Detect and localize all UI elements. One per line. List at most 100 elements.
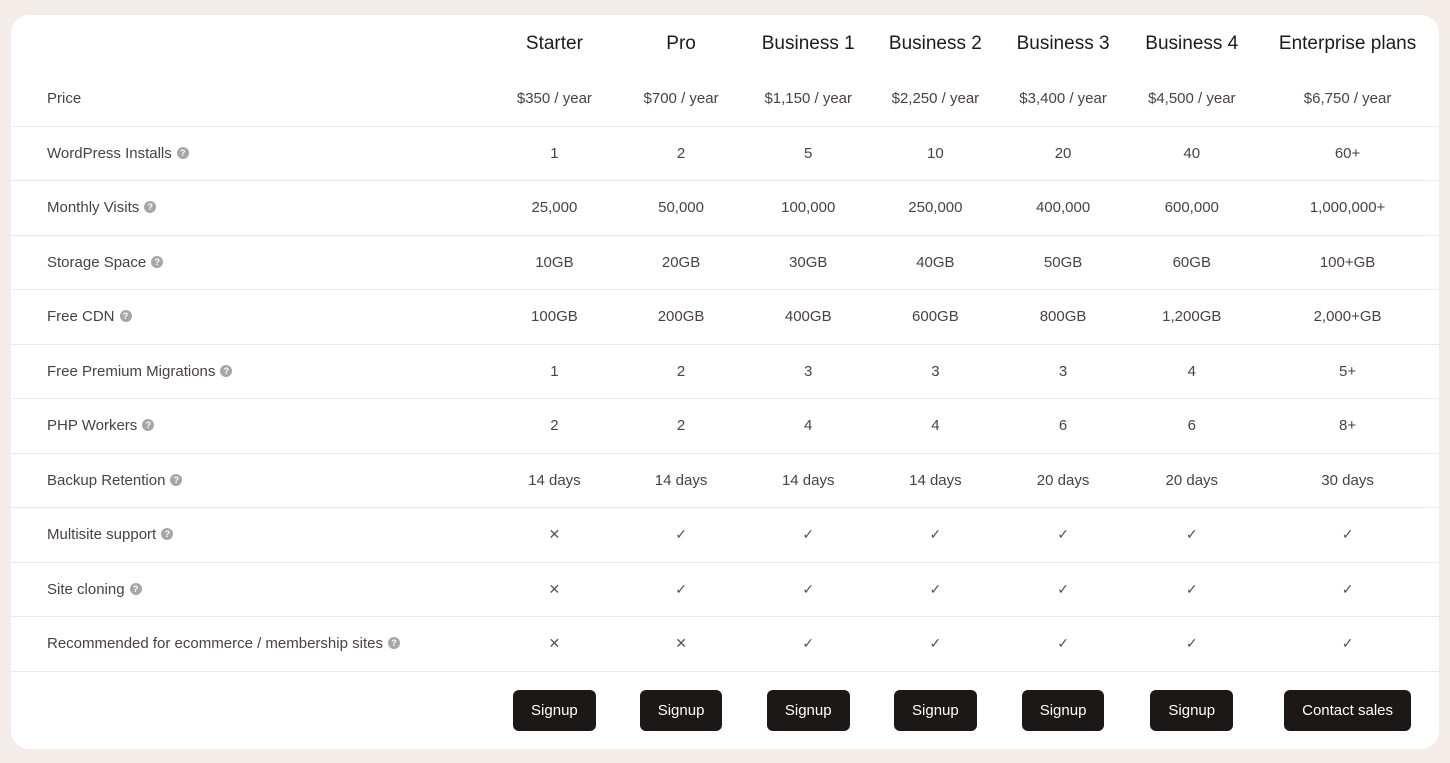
feature-value: 10	[872, 125, 999, 181]
signup-button[interactable]: Signup	[766, 689, 850, 731]
included-cell: ✓	[617, 561, 745, 617]
action-cell: Signup	[872, 670, 999, 749]
feature-value: 4	[872, 398, 999, 453]
feature-value: 6	[1127, 398, 1257, 453]
feature-label: Site cloning	[47, 580, 125, 598]
plan-name: Business 4	[1145, 32, 1239, 54]
feature-value: 5	[744, 125, 873, 181]
signup-button[interactable]: Signup	[894, 689, 977, 731]
plan-name: Business 3	[1016, 32, 1110, 54]
included-cell: ✓	[872, 561, 999, 617]
feature-label: Monthly Visits	[47, 199, 140, 217]
plan-price: $350 / year	[516, 90, 592, 108]
feature-value: 40GB	[872, 234, 999, 290]
check-icon: ✓	[675, 580, 687, 597]
header-empty-cell	[11, 15, 491, 72]
included-cell: ✓	[1256, 561, 1439, 617]
check-icon: ✓	[929, 635, 942, 652]
plan-price: $4,500 / year	[1147, 90, 1236, 108]
signup-button[interactable]: Signup	[1021, 689, 1105, 731]
feature-value: 1,000,000+	[1256, 180, 1439, 235]
feature-label-cell: Backup Retention?	[11, 452, 492, 508]
feature-value: 800GB	[998, 289, 1128, 344]
contact-sales-button[interactable]: Contact sales	[1284, 689, 1411, 731]
feature-row: WordPress Installs? 1 2 5 10 20 40 60+	[11, 125, 1439, 181]
feature-value: 30 days	[1256, 452, 1439, 508]
feature-value: 200GB	[617, 289, 745, 344]
feature-value: 25,000	[491, 180, 618, 235]
feature-value: 2	[491, 398, 618, 453]
feature-value: 2	[617, 125, 745, 181]
feature-value: 600GB	[872, 289, 999, 344]
feature-label: Free CDN	[47, 308, 115, 326]
plan-name: Business 2	[888, 32, 982, 54]
check-icon: ✓	[1185, 580, 1198, 597]
included-cell: ✓	[998, 507, 1128, 562]
signup-button[interactable]: Signup	[513, 689, 596, 731]
feature-value: 14 days	[617, 452, 745, 508]
feature-row: Multisite support? ✕ ✓ ✓ ✓ ✓ ✓ ✓	[11, 507, 1439, 562]
feature-value: 100GB	[491, 289, 618, 344]
included-cell: ✓	[1127, 507, 1257, 562]
feature-value: 2	[617, 343, 745, 399]
row-label: Price	[47, 90, 82, 108]
feature-label-cell: WordPress Installs?	[11, 125, 492, 181]
included-cell: ✓	[1256, 507, 1439, 562]
feature-value: 1	[491, 343, 618, 399]
check-icon: ✓	[1057, 635, 1069, 652]
signup-button[interactable]: Signup	[639, 689, 723, 731]
check-icon: ✓	[802, 635, 815, 652]
help-icon[interactable]: ?	[220, 364, 233, 377]
cross-icon: ✕	[675, 635, 687, 652]
help-icon[interactable]: ?	[387, 637, 400, 650]
check-icon: ✓	[675, 526, 687, 543]
feature-value: 50,000	[617, 180, 745, 235]
feature-row: Site cloning? ✕ ✓ ✓ ✓ ✓ ✓ ✓	[11, 561, 1439, 617]
help-icon[interactable]: ?	[119, 310, 132, 323]
included-cell: ✓	[1127, 616, 1257, 671]
help-icon[interactable]: ?	[129, 582, 142, 595]
plan-name: Enterprise plans	[1278, 32, 1417, 54]
feature-value: 250,000	[872, 180, 999, 235]
feature-label: WordPress Installs	[47, 144, 172, 162]
signup-button[interactable]: Signup	[1150, 689, 1234, 731]
feature-value: 6	[998, 398, 1128, 453]
included-cell: ✓	[1127, 561, 1257, 617]
included-cell: ✓	[744, 616, 873, 671]
feature-value: 3	[744, 343, 873, 399]
help-icon[interactable]: ?	[161, 528, 174, 541]
feature-label-cell: Storage Space?	[11, 234, 492, 290]
feature-value: 14 days	[744, 452, 873, 508]
feature-value: 60+	[1256, 125, 1439, 181]
check-icon: ✓	[802, 580, 815, 597]
check-icon: ✓	[1057, 580, 1069, 597]
not-included-cell: ✕	[617, 616, 745, 671]
feature-row: Backup Retention? 14 days 14 days 14 days 14…	[11, 452, 1439, 508]
plan-price: $3,400 / year	[1019, 90, 1107, 108]
feature-value: 40	[1127, 125, 1257, 181]
cross-icon: ✕	[548, 635, 561, 652]
feature-label: Backup Retention	[47, 471, 166, 489]
included-cell: ✓	[872, 507, 999, 562]
cross-icon: ✕	[548, 580, 561, 597]
feature-value: 10GB	[491, 234, 618, 290]
price-row: Price $350 / year $700 / year $1,150 / y…	[11, 72, 1439, 126]
help-icon[interactable]: ?	[176, 146, 189, 159]
help-icon[interactable]: ?	[142, 419, 155, 432]
feature-value: 14 days	[491, 452, 618, 508]
help-icon[interactable]: ?	[151, 255, 164, 268]
included-cell: ✓	[998, 616, 1128, 671]
feature-value: 50GB	[998, 234, 1128, 290]
feature-label-cell: Free Premium Migrations?	[11, 343, 492, 399]
help-icon[interactable]: ?	[144, 201, 157, 214]
help-icon[interactable]: ?	[170, 473, 183, 486]
feature-label-cell: Monthly Visits?	[11, 180, 492, 235]
feature-value: 2	[617, 398, 745, 453]
feature-value: 20 days	[998, 452, 1128, 508]
feature-row: Monthly Visits? 25,000 50,000 100,000 250,00…	[11, 180, 1439, 235]
feature-value: 4	[1127, 343, 1257, 399]
feature-label: Recommended for ecommerce / membership s…	[47, 635, 383, 653]
check-icon: ✓	[1057, 526, 1069, 543]
feature-value: 400,000	[998, 180, 1128, 235]
feature-label-cell: Site cloning?	[11, 561, 492, 617]
